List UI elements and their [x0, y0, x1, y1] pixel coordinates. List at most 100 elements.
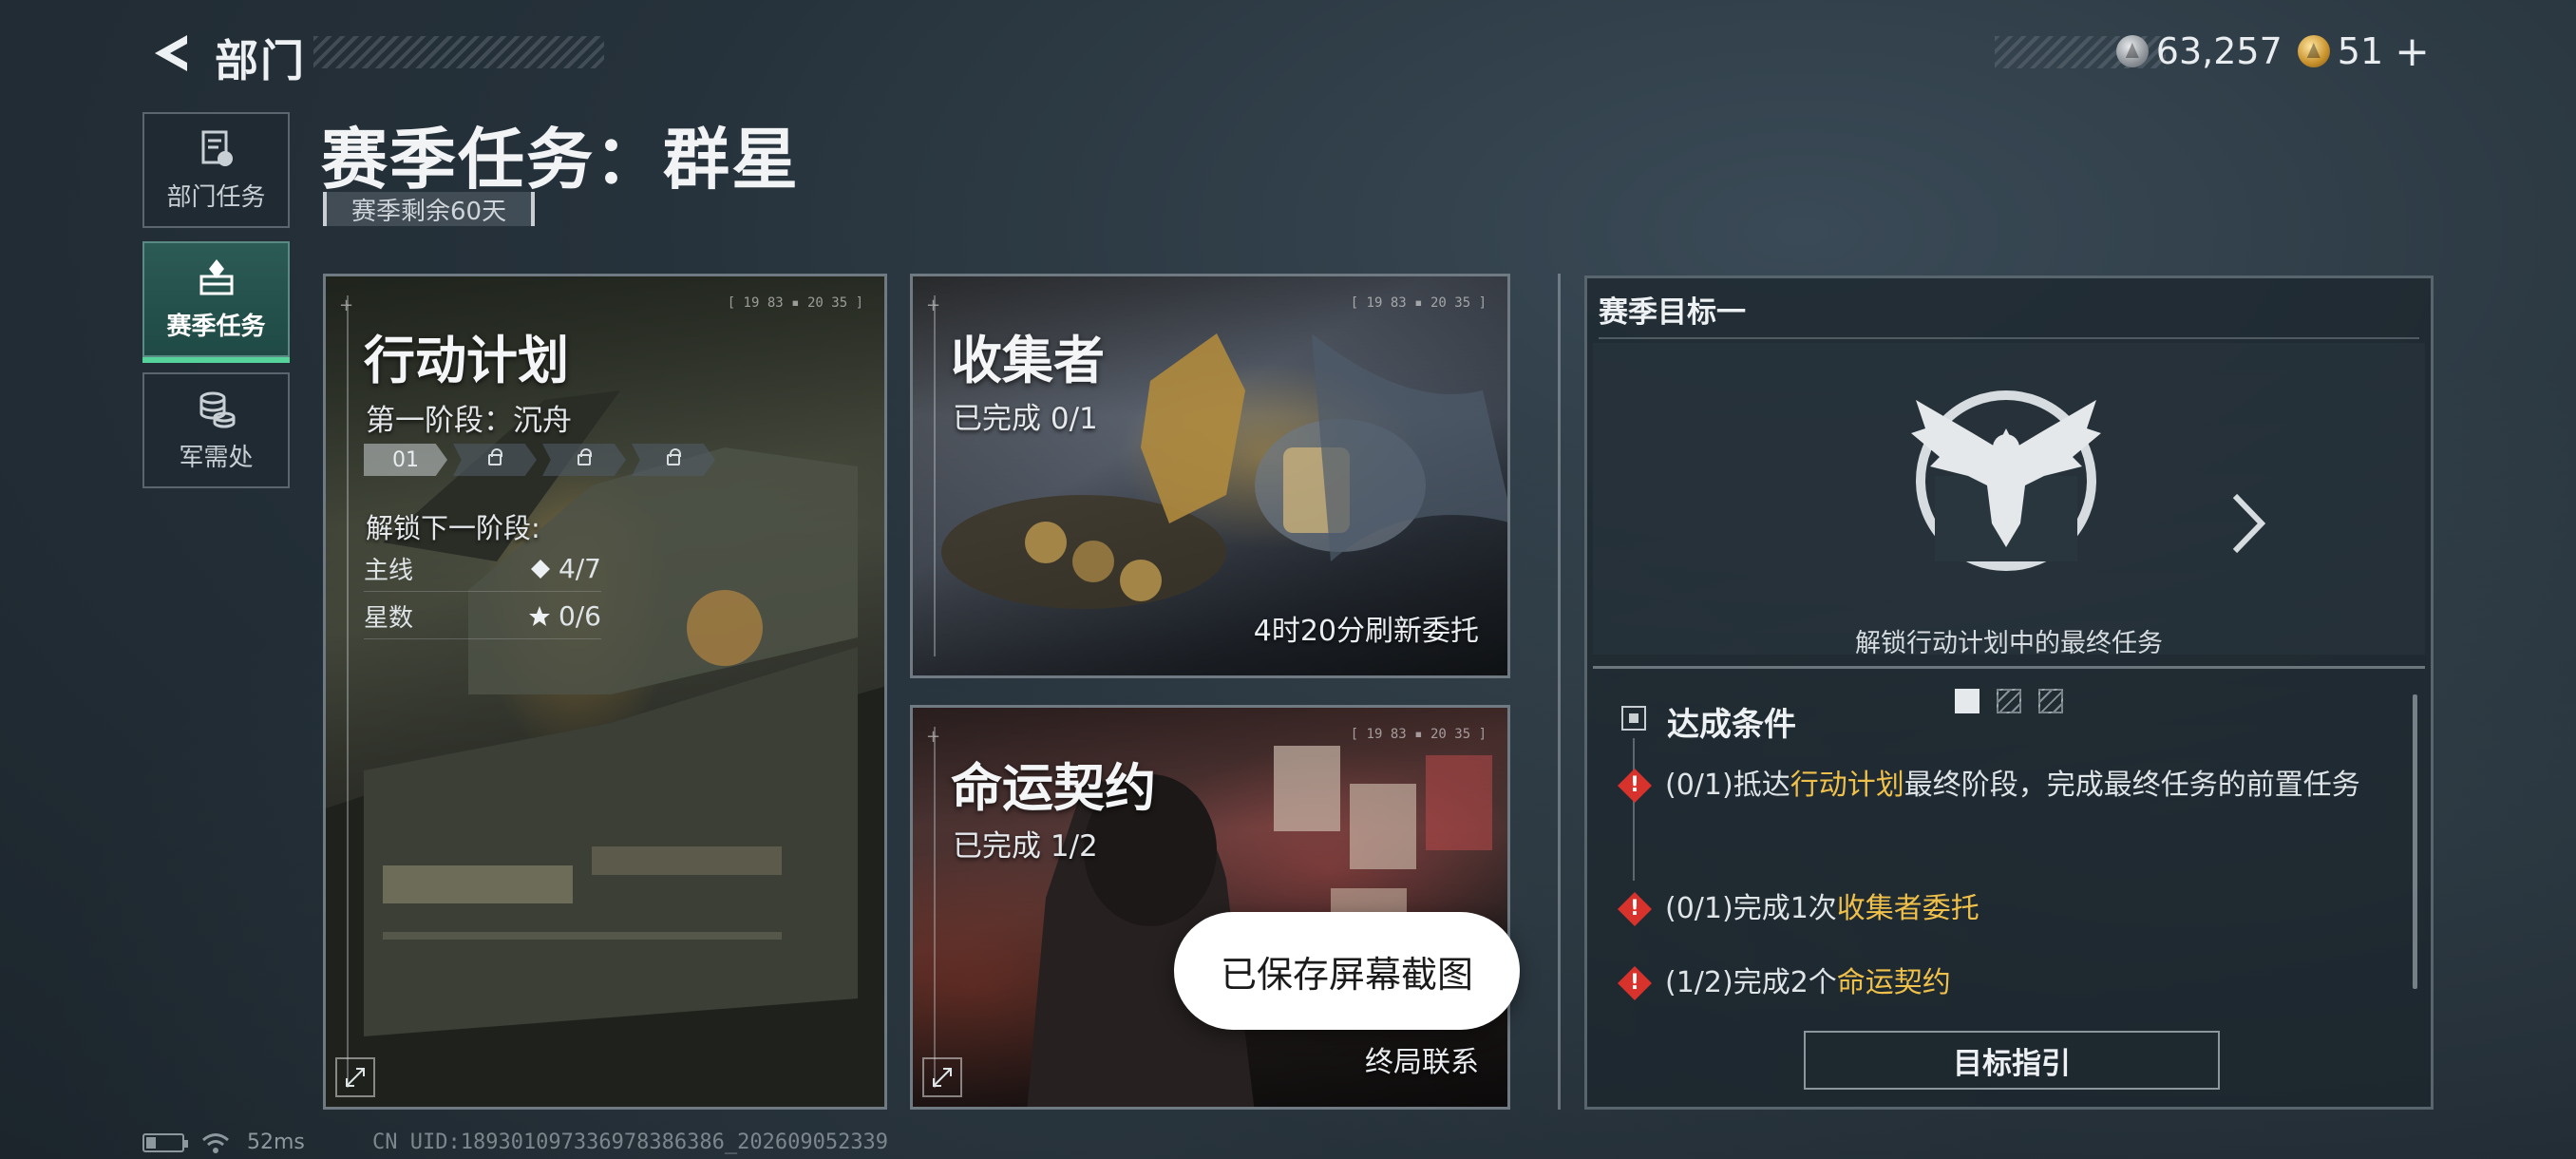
lock-icon [667, 448, 681, 466]
collector-progress: 已完成 0/1 [953, 402, 1098, 436]
latency-value: 52ms [247, 1130, 305, 1154]
star-icon [528, 605, 550, 626]
expand-icon[interactable] [335, 1057, 375, 1097]
player-uid: CN UID:18930109733697838638​6_2026090523… [372, 1130, 889, 1154]
chevron-right-icon [2232, 493, 2266, 554]
screenshot-saved-toast: 已保存屏幕截图 [1174, 912, 1520, 1030]
fate-contract-title: 命运契约 [951, 758, 1156, 818]
condition-item: ! (0/1)抵达行动计划最终阶段，完成最终任务的前置任务 [1618, 763, 2377, 808]
stage-pill-locked [453, 444, 537, 476]
warning-icon: ! [1618, 892, 1652, 926]
wifi-icon [202, 1132, 229, 1153]
nav-label: 部门任务 [166, 182, 266, 212]
fate-contract-progress: 已完成 1/2 [953, 829, 1098, 864]
condition-item: ! (0/1)完成1次收集者委托 [1618, 886, 2377, 932]
card-timestamp: [ 19 83 ▪ 20 35 ] [1350, 295, 1487, 311]
stage-pill-locked [632, 444, 715, 476]
goal-guide-button[interactable]: 目标指引 [1804, 1031, 2220, 1090]
title-decoration [313, 36, 604, 68]
conditions-title: 达成条件 [1667, 706, 1796, 744]
silver-currency: 63,257 [2115, 30, 2282, 72]
requirement-stars: 星数 0/6 [364, 594, 601, 639]
conditions-scrollbar[interactable] [2413, 694, 2417, 989]
season-remaining-badge: 赛季剩余60天 [323, 192, 536, 226]
page-dot-active[interactable] [1955, 689, 1979, 713]
condition-prefix: (0/1)抵达 [1665, 769, 1790, 802]
requirement-value: 0/6 [558, 600, 601, 632]
card-decoration [934, 295, 936, 656]
season-goal-title: 赛季目标一 [1599, 295, 1746, 330]
battery-icon [142, 1132, 188, 1152]
action-plan-stage: 第一阶段：沉舟 [366, 404, 572, 438]
gold-currency: 51 + [2297, 28, 2430, 76]
requirement-label: 主线 [364, 557, 414, 585]
back-button[interactable] [142, 27, 199, 80]
nav-item-quartermaster[interactable]: 军需处 [142, 372, 290, 488]
goal-description: 解锁行动计划中的最终任务 [1855, 629, 2163, 658]
currency-bar: 63,257 51 + [1995, 28, 2449, 76]
gold-currency-value: 51 [2337, 30, 2384, 72]
fate-contract-card[interactable]: + [ 19 83 ▪ 20 35 ] 命运契约 已完成 1/2 终局联系 [910, 705, 1510, 1110]
stage-pill-label: 01 [392, 447, 419, 472]
condition-highlight: 收集者委托 [1836, 892, 1979, 925]
card-corner-mark: + [926, 727, 941, 747]
status-bar: 52ms [142, 1130, 305, 1154]
back-arrow-icon [155, 35, 187, 71]
warning-icon: ! [1618, 769, 1652, 803]
stage-pill: 01 [364, 444, 447, 476]
condition-suffix: 最终阶段，完成最终任务的前置任务 [1904, 769, 2360, 802]
condition-item: ! (1/2)完成2个命运契约 [1618, 960, 2377, 1006]
gold-coin-icon [2297, 35, 2330, 67]
condition-highlight: 行动计划 [1790, 769, 1904, 802]
card-corner-mark: + [339, 295, 354, 315]
eagle-emblem-icon [1911, 390, 2101, 571]
condition-prefix: (0/1)完成1次 [1665, 892, 1837, 925]
lock-icon [488, 448, 502, 466]
stage-progress: 01 [364, 444, 715, 476]
requirement-label: 星数 [364, 604, 414, 633]
nav-label: 赛季任务 [166, 312, 266, 341]
nav-item-department-tasks[interactable]: 部门任务 [142, 112, 290, 228]
quartermaster-icon [199, 391, 235, 428]
condition-text: (0/1)抵达行动计划最终阶段，完成最终任务的前置任务 [1665, 763, 2360, 808]
expand-icon[interactable] [922, 1057, 962, 1097]
section-divider [1593, 666, 2425, 669]
page-title: 赛季任务：群星 [321, 121, 800, 199]
silver-currency-value: 63,257 [2155, 30, 2282, 72]
action-plan-title: 行动计划 [364, 331, 569, 390]
page-dot[interactable] [2038, 689, 2063, 713]
lock-icon [578, 448, 592, 466]
season-task-icon [199, 258, 233, 294]
collector-card[interactable]: + [ 19 83 ▪ 20 35 ] 收集者 已完成 0/1 4时20分刷新委… [910, 274, 1510, 678]
silver-coin-icon [2115, 35, 2149, 67]
season-goal-panel: 赛季目标一 解锁行动计划中的最终任务 达成条件 ! (0/1)抵达行动计划最终阶… [1584, 276, 2434, 1110]
goal-showcase: 解锁行动计划中的最终任务 [1593, 343, 2425, 713]
card-decoration [934, 727, 936, 1088]
conditions-icon [1621, 706, 1646, 731]
condition-text: (0/1)完成1次收集者委托 [1665, 886, 1979, 932]
card-decoration [347, 295, 349, 1088]
nav-item-season-tasks[interactable]: 赛季任务 [142, 241, 290, 363]
unlock-label: 解锁下一阶段: [366, 512, 540, 544]
next-goal-button[interactable] [2220, 485, 2277, 561]
condition-highlight: 命运契约 [1836, 966, 1951, 999]
page-dot[interactable] [1997, 689, 2021, 713]
requirement-main: 主线 4/7 [364, 546, 601, 592]
condition-prefix: (1/2)完成2个 [1665, 966, 1837, 999]
conditions-connector [1633, 738, 1635, 881]
warning-icon: ! [1618, 966, 1652, 1000]
card-timestamp: [ 19 83 ▪ 20 35 ] [727, 295, 863, 311]
add-currency-button[interactable]: + [2395, 28, 2430, 76]
panel-divider [1558, 274, 1561, 1110]
action-plan-card[interactable]: + [ 19 83 ▪ 20 35 ] 行动计划 第一阶段：沉舟 01 解锁下一… [323, 274, 887, 1110]
card-corner-mark: + [926, 295, 941, 315]
card-timestamp: [ 19 83 ▪ 20 35 ] [1350, 727, 1487, 742]
condition-text: (1/2)完成2个命运契约 [1665, 960, 1951, 1006]
collector-refresh-timer: 4时20分刷新委托 [1253, 615, 1479, 648]
fate-contract-footer: 终局联系 [1365, 1046, 1479, 1079]
stage-pill-locked [542, 444, 626, 476]
nav-label: 军需处 [179, 443, 254, 472]
collector-title: 收集者 [951, 331, 1105, 390]
department-task-icon [201, 130, 233, 166]
requirement-value: 4/7 [558, 553, 601, 584]
